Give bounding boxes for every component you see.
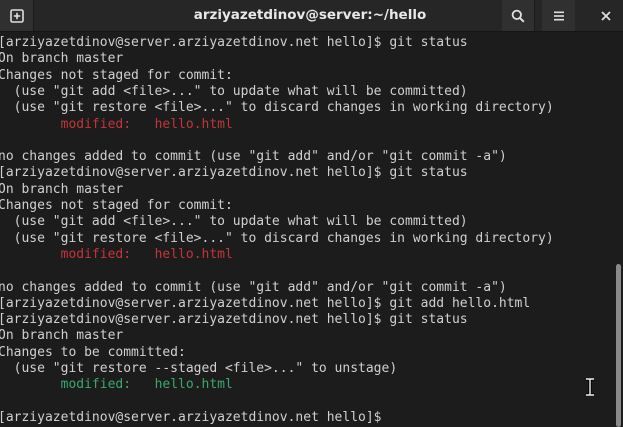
terminal-line: (use "git restore --staged <file>..." to… bbox=[0, 361, 398, 376]
terminal-line: no changes added to commit (use "git add… bbox=[0, 149, 507, 165]
terminal-line: modified: hello.html bbox=[0, 247, 233, 263]
title-bar: arziyazetdinov@server:~/hello bbox=[0, 0, 623, 32]
terminal-line: modified: hello.html bbox=[0, 117, 233, 133]
terminal-output[interactable]: [arziyazetdinov@server.arziyazetdinov.ne… bbox=[0, 33, 612, 427]
terminal-line: On branch master bbox=[0, 181, 124, 197]
terminal-line: (use "git add <file>..." to update what … bbox=[0, 83, 468, 99]
status-gap bbox=[131, 247, 154, 262]
terminal-line: (use "git add <file>..." to update what … bbox=[0, 214, 468, 230]
terminal-line: On branch master bbox=[0, 328, 124, 344]
scrollbar-thumb[interactable] bbox=[616, 264, 621, 427]
terminal-line: Changes to be committed: bbox=[0, 344, 186, 360]
terminal-line: (use "git restore <file>..." to discard … bbox=[0, 100, 554, 116]
file-name: hello.html bbox=[154, 116, 233, 132]
terminal-line: [arziyazetdinov@server.arziyazetdinov.ne… bbox=[0, 165, 468, 181]
status-label: modified: bbox=[60, 116, 132, 132]
terminal-line: Changes not staged for commit: bbox=[0, 67, 233, 83]
status-label: modified: bbox=[60, 246, 132, 262]
new-tab-button[interactable] bbox=[0, 0, 34, 31]
menu-button[interactable] bbox=[542, 0, 575, 31]
new-tab-icon bbox=[9, 8, 24, 23]
hamburger-menu-icon bbox=[553, 11, 564, 20]
status-gap bbox=[131, 377, 154, 392]
file-name: hello.html bbox=[154, 377, 233, 393]
status-gap bbox=[131, 117, 154, 132]
terminal-window: arziyazetdinov@server:~/hello [arziyazet… bbox=[0, 0, 623, 427]
close-icon bbox=[600, 10, 611, 21]
scrollbar[interactable] bbox=[614, 33, 623, 427]
status-label: modified: bbox=[60, 377, 132, 393]
terminal-line: Changes not staged for commit: bbox=[0, 198, 233, 213]
close-button[interactable] bbox=[588, 0, 623, 31]
search-icon bbox=[511, 9, 525, 23]
window-title: arziyazetdinov@server:~/hello bbox=[193, 7, 427, 23]
terminal-line: (use "git restore <file>..." to discard … bbox=[0, 230, 554, 246]
terminal-line: [arziyazetdinov@server.arziyazetdinov.ne… bbox=[0, 312, 468, 328]
file-name: hello.html bbox=[154, 246, 233, 262]
terminal-line: [arziyazetdinov@server.arziyazetdinov.ne… bbox=[0, 295, 531, 311]
terminal-line: modified: hello.html bbox=[0, 377, 233, 393]
terminal-line: [arziyazetdinov@server.arziyazetdinov.ne… bbox=[0, 35, 468, 50]
text-cursor-icon bbox=[586, 378, 594, 396]
search-button[interactable] bbox=[502, 0, 535, 31]
terminal-line: On branch master bbox=[0, 51, 124, 67]
terminal-line: [arziyazetdinov@server.arziyazetdinov.ne… bbox=[0, 409, 382, 425]
terminal-line: no changes added to commit (use "git add… bbox=[0, 279, 507, 295]
